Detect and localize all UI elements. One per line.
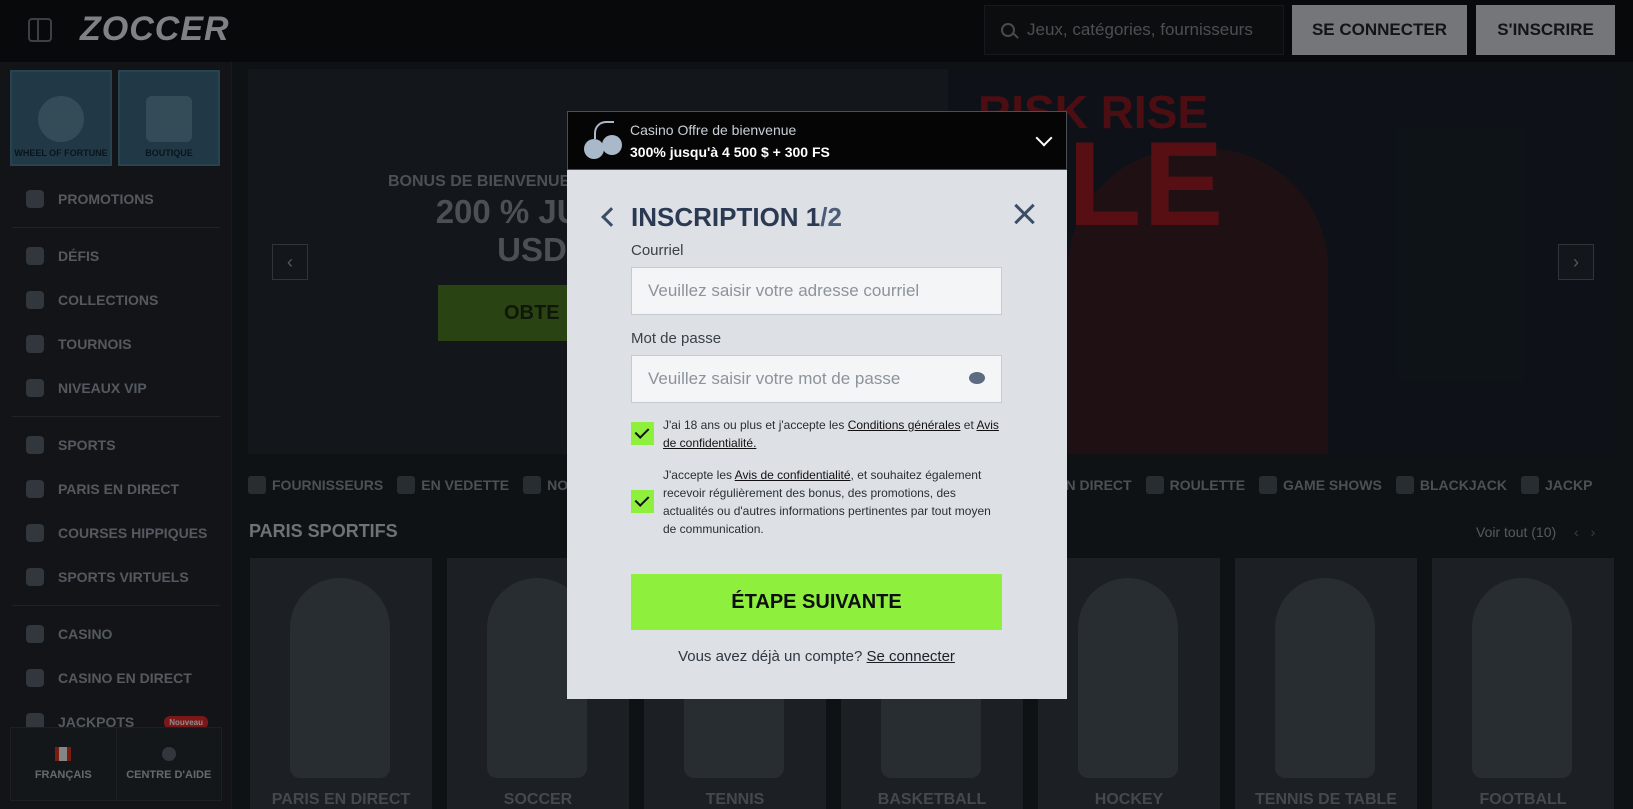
email-input[interactable]	[648, 281, 948, 301]
marketing-checkbox[interactable]	[631, 490, 654, 513]
offer-title: Casino Offre de bienvenue	[630, 121, 797, 138]
password-field[interactable]	[631, 355, 1002, 403]
email-field[interactable]	[631, 267, 1002, 315]
signup-modal: INSCRIPTION 1/2 Courriel Mot de passe J'…	[567, 170, 1067, 699]
modal-title: INSCRIPTION 1/2	[631, 202, 842, 232]
back-arrow-icon[interactable]	[601, 207, 621, 227]
terms-text: J'ai 18 ans ou plus et j'accepte les Con…	[663, 418, 999, 450]
email-label: Courriel	[631, 242, 684, 259]
chevron-down-icon	[1035, 129, 1053, 147]
terms-link[interactable]: Conditions générales	[848, 418, 961, 432]
close-icon[interactable]	[1013, 203, 1035, 225]
password-input[interactable]	[648, 369, 948, 389]
privacy-link[interactable]: Avis de confidentialité	[735, 468, 851, 482]
offer-amount: 300% jusqu'à 4 500 $ + 300 FS	[630, 143, 830, 160]
terms-checkbox[interactable]	[631, 422, 654, 445]
welcome-offer-dropdown[interactable]: Casino Offre de bienvenue 300% jusqu'à 4…	[567, 111, 1067, 170]
login-link[interactable]: Se connecter	[867, 648, 955, 665]
cherry-icon	[584, 120, 624, 161]
eye-icon[interactable]	[969, 372, 985, 384]
next-step-button[interactable]: ÉTAPE SUIVANTE	[631, 574, 1002, 630]
marketing-text: J'accepte les Avis de confidentialité, e…	[663, 468, 991, 536]
have-account-text: Vous avez déjà un compte? Se connecter	[678, 648, 955, 665]
password-label: Mot de passe	[631, 330, 722, 347]
